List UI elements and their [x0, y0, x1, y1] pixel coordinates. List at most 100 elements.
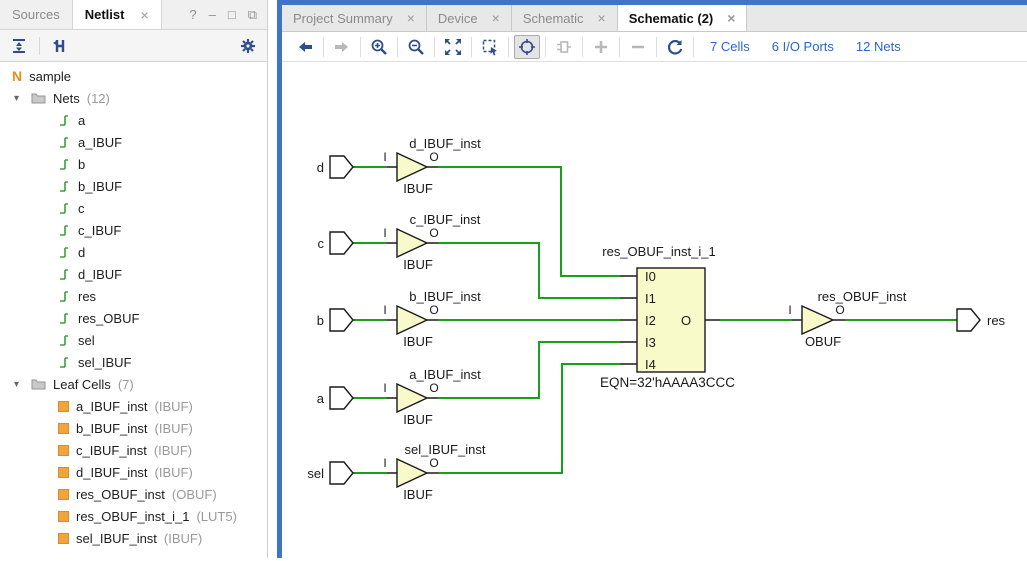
inst-label: res_OBUF_inst — [818, 289, 907, 304]
tree-item-net[interactable]: c_IBUF — [0, 219, 267, 241]
autofit-selection-icon[interactable] — [514, 35, 540, 59]
tree-root[interactable]: N sample — [0, 65, 267, 87]
obuf-res[interactable] — [802, 306, 833, 334]
net-icon — [58, 268, 71, 281]
tab-schematic-2[interactable]: Schematic (2) × — [618, 5, 748, 31]
net-icon — [58, 246, 71, 259]
group-label: Leaf Cells — [53, 377, 111, 392]
netlist-root-icon: N — [12, 68, 22, 84]
tree-item-net[interactable]: a — [0, 109, 267, 131]
net-label: d — [78, 245, 85, 260]
tree-item-net[interactable]: d — [0, 241, 267, 263]
tree-item-net[interactable]: sel — [0, 329, 267, 351]
inst-label: a_IBUF_inst — [409, 367, 481, 382]
cell-type: (IBUF) — [155, 465, 193, 480]
ibuf-c[interactable] — [397, 229, 427, 257]
tree-item-net[interactable]: a_IBUF — [0, 131, 267, 153]
zoom-to-selection-icon[interactable] — [477, 35, 503, 59]
tab-schematic[interactable]: Schematic × — [512, 5, 618, 31]
port-symbol-sel[interactable] — [330, 462, 353, 484]
inst-label: c_IBUF_inst — [410, 212, 481, 227]
chevron-down-icon[interactable]: ▾ — [14, 379, 24, 390]
collapse-all-icon[interactable] — [8, 35, 30, 57]
type-label: OBUF — [805, 334, 841, 349]
type-label: IBUF — [403, 181, 433, 196]
port-symbol-b[interactable] — [330, 309, 353, 331]
net-label: sel_IBUF — [78, 355, 131, 370]
show-cell-icon — [551, 35, 577, 59]
inst-label: b_IBUF_inst — [409, 289, 481, 304]
zoom-in-icon[interactable] — [366, 35, 392, 59]
chevron-down-icon[interactable]: ▾ — [14, 93, 24, 104]
tree-item-net[interactable]: c — [0, 197, 267, 219]
close-icon[interactable]: × — [598, 10, 606, 26]
tree-group-leaf-cells[interactable]: ▾ Leaf Cells (7) — [0, 373, 267, 395]
ibuf-d[interactable] — [397, 153, 427, 181]
io-ports-link[interactable]: 6 I/O Ports — [772, 39, 834, 54]
back-icon[interactable] — [292, 35, 318, 59]
tree-item-cell[interactable]: sel_IBUF_inst(IBUF) — [0, 527, 267, 549]
net-label: res_OBUF — [78, 311, 139, 326]
gear-icon[interactable] — [237, 35, 259, 57]
cell-label: res_OBUF_inst — [76, 487, 165, 502]
netlist-tree: N sample ▾ Nets (12) a a_IBUF b b_IBUF c… — [0, 62, 267, 549]
tree-item-net[interactable]: d_IBUF — [0, 263, 267, 285]
tree-item-cell[interactable]: b_IBUF_inst(IBUF) — [0, 417, 267, 439]
group-count: (7) — [118, 377, 134, 392]
tree-item-cell[interactable]: a_IBUF_inst(IBUF) — [0, 395, 267, 417]
tree-item-cell[interactable]: d_IBUF_inst(IBUF) — [0, 461, 267, 483]
help-icon[interactable]: ? — [189, 7, 196, 22]
float-icon[interactable]: ⧉ — [248, 7, 257, 23]
port-symbol-res[interactable] — [957, 309, 980, 331]
minimize-icon[interactable]: – — [209, 7, 216, 22]
tab-netlist[interactable]: Netlist × — [72, 0, 162, 29]
tree-group-nets[interactable]: ▾ Nets (12) — [0, 87, 267, 109]
cell-type: (IBUF) — [155, 399, 193, 414]
nets-link[interactable]: 12 Nets — [856, 39, 901, 54]
tree-item-cell[interactable]: res_OBUF_inst (OBUF) — [0, 483, 267, 505]
tree-item-cell[interactable]: res_OBUF_inst_i_1(LUT5) — [0, 505, 267, 527]
cell-type: (OBUF) — [172, 487, 217, 502]
tree-item-net[interactable]: res_OBUF — [0, 307, 267, 329]
lut-pin-label-o: O — [681, 313, 691, 328]
zoom-out-icon[interactable] — [403, 35, 429, 59]
cell-type: (IBUF) — [154, 443, 192, 458]
tree-item-net[interactable]: b_IBUF — [0, 175, 267, 197]
ibuf-b[interactable] — [397, 306, 427, 334]
net-icon — [58, 290, 71, 303]
tree-item-cell[interactable]: c_IBUF_inst(IBUF) — [0, 439, 267, 461]
maximize-icon[interactable]: □ — [228, 7, 236, 22]
zoom-fit-icon[interactable] — [440, 35, 466, 59]
lut5-inst-label: res_OBUF_inst_i_1 — [602, 244, 715, 259]
ibuf-a[interactable] — [397, 384, 427, 412]
tab-label: Schematic — [523, 11, 584, 26]
port-symbol-c[interactable] — [330, 232, 353, 254]
net-icon — [58, 334, 71, 347]
scroll-to-selected-icon[interactable] — [49, 35, 71, 57]
type-label: IBUF — [403, 487, 433, 502]
tree-item-net[interactable]: res — [0, 285, 267, 307]
forward-icon — [329, 35, 355, 59]
schematic-canvas[interactable]: d c b a sel res d_IBUF_inst IBUF c_IBUF_ — [282, 63, 1027, 558]
add-icon — [588, 35, 614, 59]
pin-label-o: O — [429, 303, 438, 317]
net-icon — [58, 202, 71, 215]
lut5-eqn-label: EQN=32'hAAAA3CCC — [600, 375, 735, 390]
close-icon[interactable]: × — [407, 10, 415, 26]
close-icon[interactable]: × — [140, 7, 148, 23]
port-symbol-d[interactable] — [330, 156, 353, 178]
close-icon[interactable]: × — [727, 10, 735, 26]
tab-label: Project Summary — [293, 11, 393, 26]
ibuf-sel[interactable] — [397, 459, 427, 487]
tree-item-net[interactable]: sel_IBUF — [0, 351, 267, 373]
regenerate-icon[interactable] — [662, 35, 688, 59]
port-symbol-a[interactable] — [330, 387, 353, 409]
close-icon[interactable]: × — [492, 10, 500, 26]
tree-item-net[interactable]: b — [0, 153, 267, 175]
cell-icon — [58, 423, 69, 434]
tab-project-summary[interactable]: Project Summary × — [282, 5, 427, 31]
net-label: sel — [78, 333, 95, 348]
cells-link[interactable]: 7 Cells — [710, 39, 750, 54]
tab-sources[interactable]: Sources — [0, 0, 72, 29]
tab-device[interactable]: Device × — [427, 5, 512, 31]
